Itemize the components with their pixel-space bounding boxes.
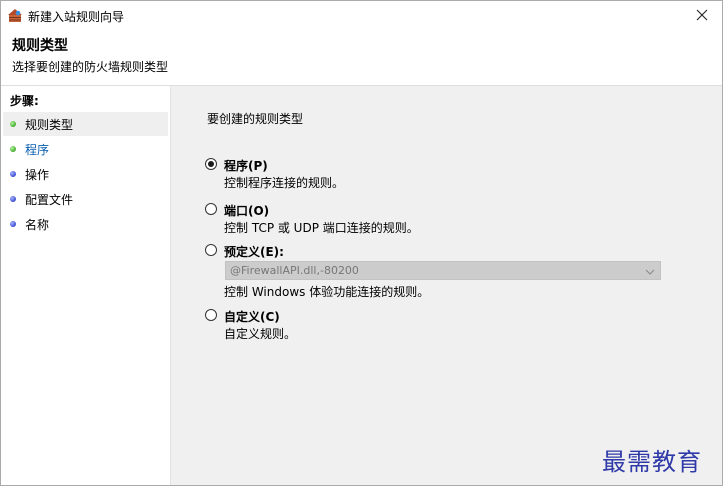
title-bar: 新建入站规则向导 [1, 1, 722, 31]
sidebar-item-action[interactable]: 操作 [3, 162, 168, 186]
sidebar-item-label: 名称 [25, 217, 50, 232]
predefined-select-value: @FirewallAPI.dll,-80200 [230, 264, 359, 277]
option-description: 控制 TCP 或 UDP 端口连接的规则。 [224, 221, 419, 235]
status-dot-icon [10, 146, 16, 152]
predefined-radio[interactable] [205, 244, 217, 256]
watermark-text: 最需教育 [602, 448, 702, 476]
sidebar-item-label: 配置文件 [25, 192, 74, 207]
custom-radio[interactable] [205, 309, 217, 321]
option-description: 控制程序连接的规则。 [224, 176, 345, 190]
option-label[interactable]: 程序(P) [224, 157, 268, 174]
sidebar-item-name[interactable]: 名称 [3, 212, 168, 236]
port-radio[interactable] [205, 203, 217, 215]
sidebar-item-label: 操作 [25, 167, 50, 182]
sidebar-item-profile[interactable]: 配置文件 [3, 187, 168, 211]
page-subtitle: 选择要创建的防火墙规则类型 [12, 60, 169, 74]
option-label[interactable]: 自定义(C) [224, 308, 280, 325]
wizard-window: 新建入站规则向导 规则类型 选择要创建的防火墙规则类型 步骤: 规则类型 程序 … [0, 0, 723, 486]
page-title: 规则类型 [12, 38, 68, 54]
steps-heading: 步骤: [10, 94, 39, 108]
rule-type-question: 要创建的规则类型 [207, 112, 304, 126]
status-dot-icon [10, 121, 16, 127]
program-radio[interactable] [205, 158, 217, 170]
steps-sidebar: 步骤: 规则类型 程序 操作 配置文件 名称 [1, 86, 171, 485]
firewall-icon [7, 7, 23, 23]
status-dot-icon [10, 171, 16, 177]
sidebar-item-rule-type[interactable]: 规则类型 [3, 112, 168, 136]
window-title: 新建入站规则向导 [28, 10, 125, 24]
option-label[interactable]: 端口(O) [224, 202, 269, 219]
option-description: 控制 Windows 体验功能连接的规则。 [224, 285, 430, 299]
main-content: 要创建的规则类型 程序(P) 控制程序连接的规则。 端口(O) 控制 TCP 或… [171, 86, 722, 485]
predefined-select[interactable]: @FirewallAPI.dll,-80200 [225, 261, 661, 280]
option-label[interactable]: 预定义(E): [224, 243, 284, 260]
close-icon [696, 9, 708, 24]
status-dot-icon [10, 221, 16, 227]
option-description: 自定义规则。 [224, 327, 297, 341]
chevron-down-icon [645, 266, 655, 279]
sidebar-item-label: 规则类型 [25, 117, 74, 132]
sidebar-item-program[interactable]: 程序 [3, 137, 168, 161]
wizard-header: 规则类型 选择要创建的防火墙规则类型 [1, 31, 722, 86]
sidebar-item-label: 程序 [25, 142, 50, 157]
close-button[interactable] [682, 1, 722, 31]
status-dot-icon [10, 196, 16, 202]
